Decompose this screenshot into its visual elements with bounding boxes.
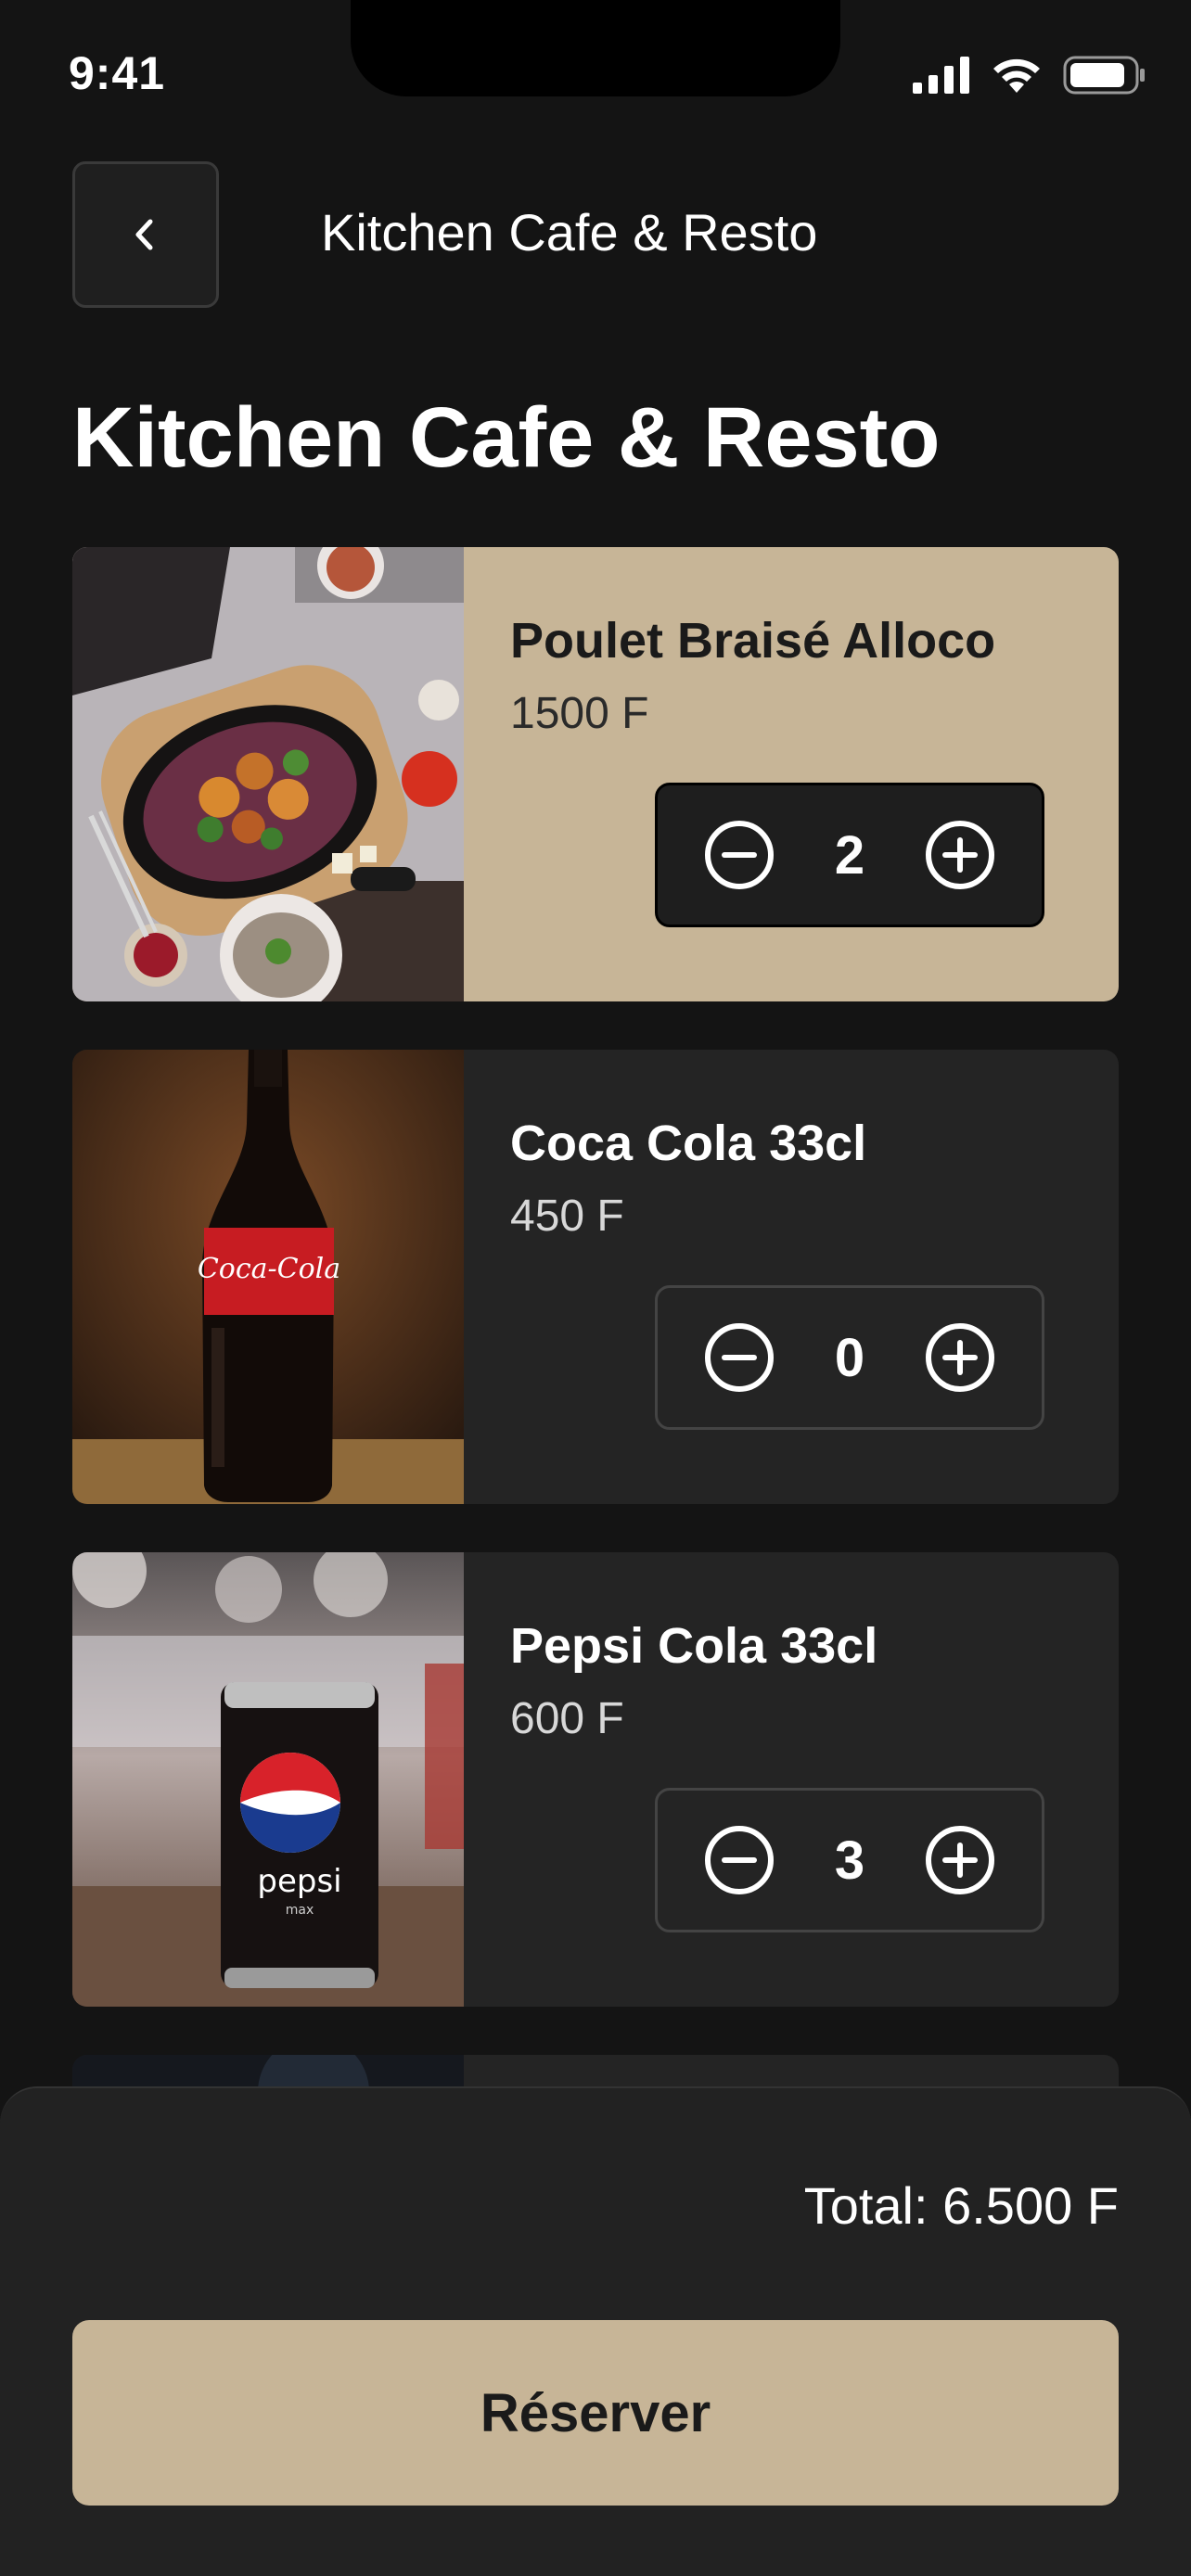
decrement-button[interactable] xyxy=(702,1320,776,1395)
total-amount: Total: 6.500 F xyxy=(803,2176,1119,2235)
product-price: 450 F xyxy=(510,1192,624,1241)
reserve-button[interactable]: Réserver xyxy=(72,2320,1119,2506)
status-time: 9:41 xyxy=(69,47,166,99)
product-card[interactable]: Poulet Braisé Alloco 1500 F 2 xyxy=(72,547,1119,1001)
quantity-value: 2 xyxy=(834,824,865,886)
product-image-pepsi: pepsi max xyxy=(72,1552,464,2007)
page-title: Kitchen Cafe & Resto xyxy=(72,390,941,485)
product-price: 1500 F xyxy=(510,689,649,738)
product-card[interactable] xyxy=(72,2055,1119,2086)
quantity-value: 0 xyxy=(834,1327,865,1388)
quantity-stepper[interactable]: 2 xyxy=(655,783,1044,927)
product-name: Pepsi Cola 33cl xyxy=(510,1618,878,1674)
product-name: Poulet Braisé Alloco xyxy=(510,613,996,669)
battery-icon xyxy=(1063,56,1145,95)
pepsi-max-logo: max xyxy=(286,1903,314,1918)
decrement-button[interactable] xyxy=(702,818,776,892)
signal-icon xyxy=(913,57,969,94)
quantity-stepper[interactable]: 0 xyxy=(655,1285,1044,1430)
back-button[interactable] xyxy=(72,161,219,308)
chevron-left-icon xyxy=(135,219,153,250)
product-price: 600 F xyxy=(510,1694,624,1743)
wifi-icon xyxy=(993,58,1040,93)
product-image-poulet xyxy=(72,547,464,1001)
quantity-value: 3 xyxy=(834,1830,865,1891)
notch xyxy=(351,0,840,96)
plus-circle-icon xyxy=(926,821,994,889)
product-image-coca-cola: Coca-Cola xyxy=(72,1050,464,1504)
status-bar: 9:41 xyxy=(0,0,1191,148)
status-icons xyxy=(913,56,1146,95)
product-card[interactable]: pepsi max Pepsi Cola 33cl 600 F 3 xyxy=(72,1552,1119,2007)
product-list[interactable]: Poulet Braisé Alloco 1500 F 2 Coca-Cola … xyxy=(72,547,1119,2086)
minus-circle-icon xyxy=(705,1826,774,1894)
increment-button[interactable] xyxy=(923,1320,997,1395)
plus-circle-icon xyxy=(926,1826,994,1894)
increment-button[interactable] xyxy=(923,818,997,892)
quantity-stepper[interactable]: 3 xyxy=(655,1788,1044,1932)
plus-circle-icon xyxy=(926,1323,994,1392)
coca-cola-logo: Coca-Cola xyxy=(198,1253,340,1285)
checkout-sheet: Total: 6.500 F Réserver xyxy=(0,2086,1191,2576)
pepsi-logo: pepsi xyxy=(257,1863,341,1900)
increment-button[interactable] xyxy=(923,1823,997,1897)
product-card[interactable]: Coca-Cola Coca Cola 33cl 450 F 0 xyxy=(72,1050,1119,1504)
product-name: Coca Cola 33cl xyxy=(510,1116,867,1171)
minus-circle-icon xyxy=(705,821,774,889)
product-image xyxy=(72,2055,464,2086)
header-title: Kitchen Cafe & Resto xyxy=(321,203,818,261)
decrement-button[interactable] xyxy=(702,1823,776,1897)
minus-circle-icon xyxy=(705,1323,774,1392)
